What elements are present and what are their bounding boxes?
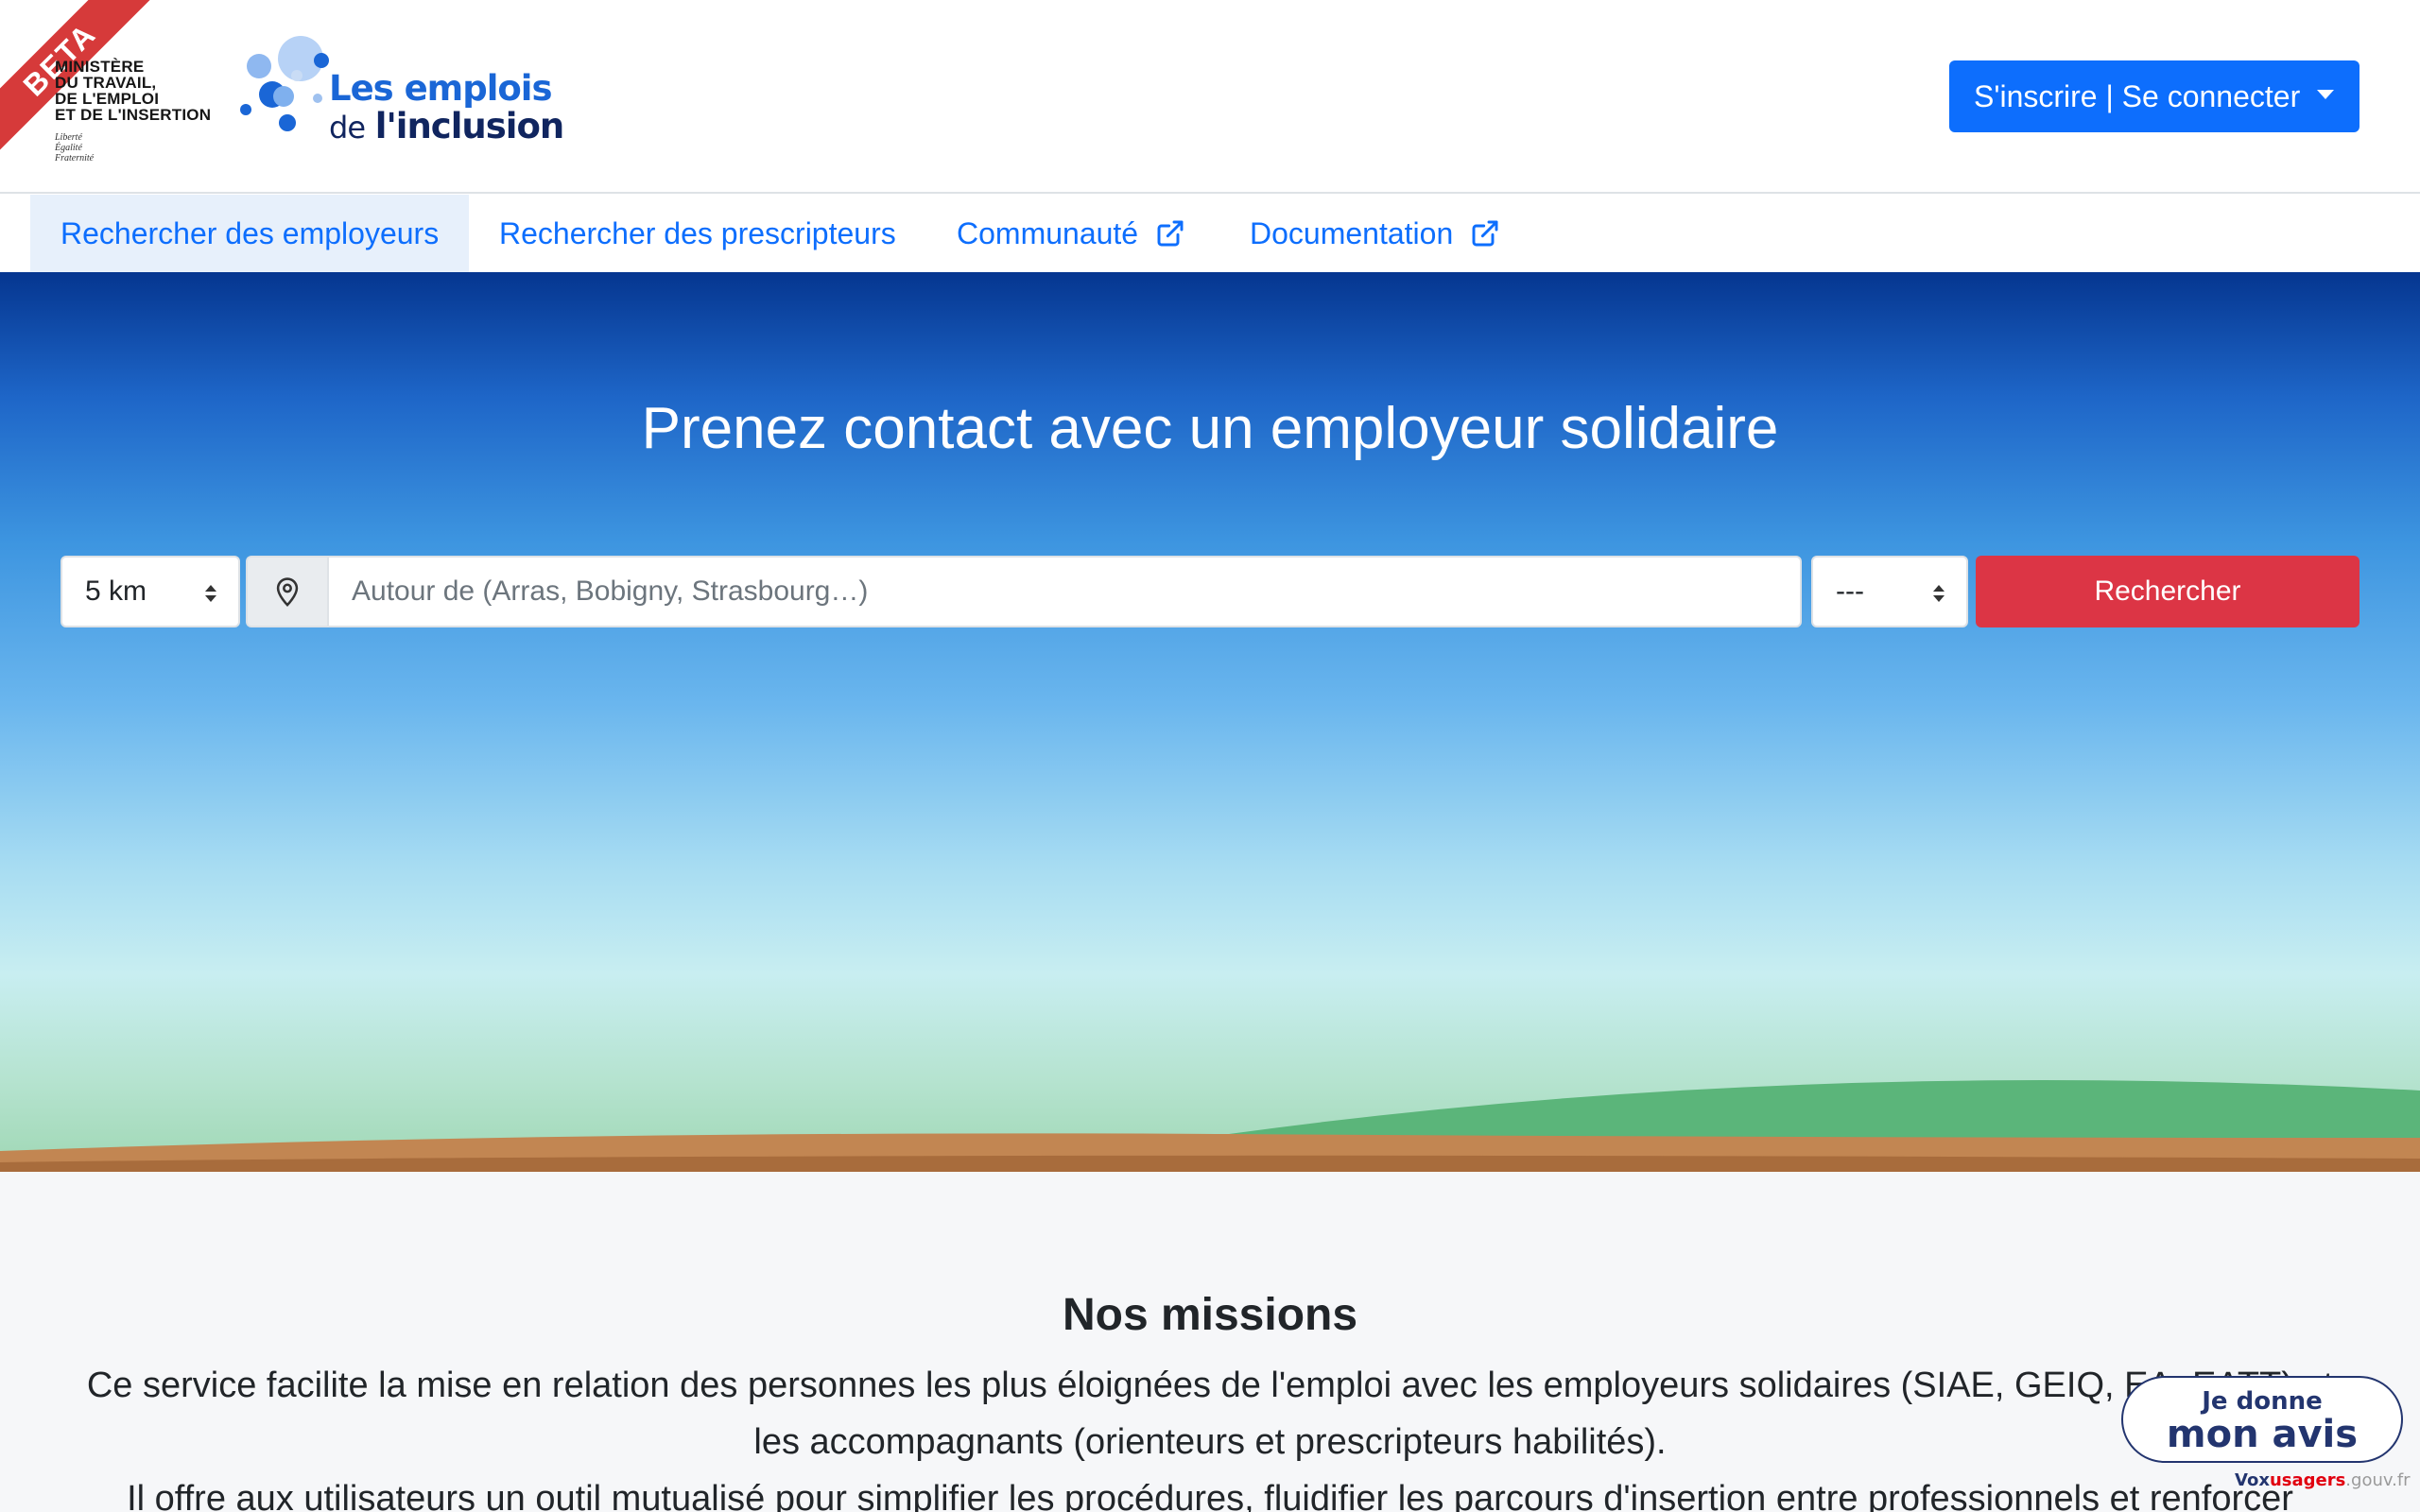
logo-de: de — [329, 110, 366, 146]
city-placeholder: Autour de (Arras, Bobigny, Strasbourg…) — [352, 576, 869, 607]
feedback-line-1: Je donne — [2202, 1387, 2323, 1416]
radius-select[interactable]: 5 km — [60, 556, 240, 627]
logo-line-1: Les emplois — [329, 68, 553, 109]
ministere-logo[interactable]: MINISTÈRE DU TRAVAIL, DE L'EMPLOI ET DE … — [55, 59, 225, 123]
devise-line: Liberté — [55, 132, 82, 143]
signin-dropdown-button[interactable]: S'inscrire | Se connecter — [1949, 60, 2360, 132]
search-button[interactable]: Rechercher — [1976, 556, 2360, 627]
missions-title: Nos missions — [1062, 1290, 1358, 1340]
nav-item-employeurs[interactable]: Rechercher des employeurs — [30, 195, 470, 272]
nav-item-label: Rechercher des prescripteurs — [499, 215, 896, 250]
nav-item-label: Communauté — [957, 215, 1139, 250]
voxusagers-logo[interactable]: Voxusagers.gouv.fr — [2235, 1470, 2411, 1490]
vox-text: Vox — [2235, 1470, 2270, 1490]
logo-line-2: de l'inclusion — [329, 106, 564, 146]
kind-select[interactable]: --- — [1811, 556, 1968, 627]
usagers-text: usagers — [2269, 1470, 2346, 1490]
main-nav: Rechercher des employeurs Rechercher des… — [0, 195, 2420, 272]
nav-item-label: Documentation — [1250, 215, 1454, 250]
missions-paragraph: Il offre aux utilisateurs un outil mutua… — [127, 1479, 2293, 1512]
radius-value: 5 km — [85, 576, 147, 607]
site-logo[interactable]: Les emplois de l'inclusion — [329, 68, 564, 146]
republique-devise: Liberté Égalité Fraternité — [55, 132, 94, 163]
nav-item-prescripteurs[interactable]: Rechercher des prescripteurs — [469, 195, 926, 272]
city-search-input[interactable]: Autour de (Arras, Bobigny, Strasbourg…) — [327, 556, 1802, 627]
ministere-line: DE L'EMPLOI — [55, 90, 160, 108]
signin-label: S'inscrire | Se connecter — [1974, 78, 2301, 113]
missions-section: Nos missions Ce service facilite la mise… — [0, 1172, 2420, 1512]
hero-section: Prenez contact avec un employeur solidai… — [0, 272, 2420, 1172]
devise-line: Égalité — [55, 143, 82, 153]
kind-value: --- — [1836, 576, 1864, 607]
logo-inclusion: l'inclusion — [374, 106, 564, 146]
workers-illustration — [0, 1080, 2420, 1172]
hero-title: Prenez contact avec un employeur solidai… — [641, 396, 1779, 461]
external-link-icon — [1472, 220, 1498, 247]
nav-item-label: Rechercher des employeurs — [60, 215, 440, 250]
location-pin-icon — [246, 556, 327, 627]
devise-line: Fraternité — [55, 153, 95, 163]
missions-paragraph: Ce service facilite la mise en relation … — [86, 1366, 2334, 1462]
search-button-label: Rechercher — [2094, 576, 2241, 607]
select-arrows-icon — [1933, 585, 1945, 602]
feedback-line-2: mon avis — [2166, 1413, 2359, 1456]
nav-item-communaute[interactable]: Communauté — [926, 195, 1216, 272]
ministere-line: ET DE L'INSERTION — [55, 106, 212, 124]
missions-text: Ce service facilite la mise en relation … — [60, 1357, 2360, 1512]
caret-down-icon — [2317, 90, 2335, 99]
external-link-icon — [1157, 220, 1184, 247]
nav-item-documentation[interactable]: Documentation — [1219, 195, 1530, 272]
feedback-button[interactable]: Je donne mon avis — [2121, 1376, 2403, 1463]
domain-text: .gouv.fr — [2345, 1470, 2411, 1490]
bubbles-logo-icon — [240, 36, 329, 131]
site-header: BETA MINISTÈRE DU TRAVAIL, DE L'EMPLOI E… — [0, 0, 2420, 194]
ministere-line: MINISTÈRE — [55, 58, 145, 76]
ministere-line: DU TRAVAIL, — [55, 74, 157, 92]
select-arrows-icon — [205, 585, 216, 602]
